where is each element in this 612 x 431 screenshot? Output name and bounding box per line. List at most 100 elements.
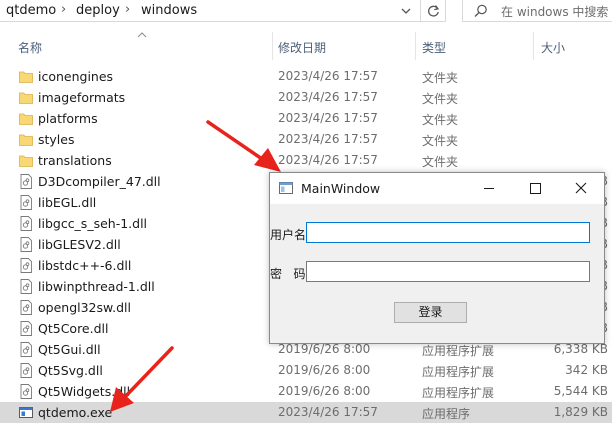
username-input[interactable] bbox=[306, 222, 590, 243]
file-name: Qt5Core.dll bbox=[38, 321, 109, 336]
column-divider[interactable] bbox=[415, 32, 416, 60]
column-divider[interactable] bbox=[533, 32, 534, 60]
sort-ascending-icon bbox=[137, 32, 147, 38]
username-label: 用户名 bbox=[270, 228, 307, 242]
file-type: 文件夹 bbox=[422, 155, 459, 169]
file-date: 2023/4/26 17:57 bbox=[278, 132, 378, 146]
folder-icon bbox=[19, 113, 33, 125]
folder-icon bbox=[19, 71, 33, 83]
folder-icon bbox=[19, 92, 33, 104]
app-window-icon bbox=[279, 182, 293, 194]
file-date: 2019/6/26 8:00 bbox=[278, 384, 371, 398]
file-date: 2023/4/26 17:57 bbox=[278, 405, 378, 419]
dll-file-icon bbox=[20, 363, 32, 378]
file-name: Qt5Gui.dll bbox=[38, 342, 101, 357]
dll-file-icon bbox=[20, 384, 32, 399]
file-date: 2019/6/26 8:00 bbox=[278, 342, 371, 356]
file-row[interactable]: styles 2023/4/26 17:57 文件夹 bbox=[0, 129, 612, 150]
file-name: libwinpthread-1.dll bbox=[38, 279, 155, 294]
close-button[interactable] bbox=[558, 173, 604, 204]
file-date: 2023/4/26 17:57 bbox=[278, 69, 378, 83]
file-size: 342 KB bbox=[565, 363, 608, 377]
exe-file-icon bbox=[19, 407, 33, 418]
column-header-size[interactable]: 大小 bbox=[541, 39, 565, 56]
column-header-name[interactable]: 名称 bbox=[18, 39, 42, 56]
breadcrumb-separator-icon[interactable]: › bbox=[61, 2, 66, 17]
breadcrumb-item-deploy[interactable]: deploy bbox=[76, 3, 120, 18]
minimize-icon bbox=[484, 188, 494, 189]
file-type: 应用程序扩展 bbox=[422, 344, 495, 358]
file-name: Qt5Widgets.dll bbox=[38, 384, 131, 399]
close-icon bbox=[575, 182, 587, 194]
file-type: 应用程序扩展 bbox=[422, 386, 495, 400]
dll-file-icon bbox=[20, 321, 32, 336]
dll-file-icon bbox=[20, 258, 32, 273]
dll-file-icon bbox=[20, 174, 32, 189]
search-placeholder: 在 windows 中搜索 bbox=[501, 5, 609, 19]
window-title-bar[interactable]: MainWindow bbox=[270, 173, 604, 204]
dll-file-icon bbox=[20, 279, 32, 294]
file-type: 文件夹 bbox=[422, 71, 459, 85]
search-input[interactable]: 在 windows 中搜索 bbox=[462, 0, 612, 22]
file-name: libstdc++-6.dll bbox=[38, 258, 132, 273]
file-date: 2023/4/26 17:57 bbox=[278, 111, 378, 125]
file-name: D3Dcompiler_47.dll bbox=[38, 174, 161, 189]
file-name: libgcc_s_seh-1.dll bbox=[38, 216, 148, 231]
window-title: MainWindow bbox=[301, 181, 381, 196]
dll-file-icon bbox=[20, 237, 32, 252]
file-name: styles bbox=[38, 132, 75, 147]
qt-main-window[interactable]: MainWindow 用户名 密 码 登录 bbox=[269, 172, 605, 344]
file-date: 2023/4/26 17:57 bbox=[278, 153, 378, 167]
file-type: 文件夹 bbox=[422, 113, 459, 127]
minimize-button[interactable] bbox=[466, 173, 512, 204]
address-bar: qtdemo › deploy › windows 在 windows 中搜索 bbox=[0, 0, 612, 24]
column-header-bar: 名称 修改日期 类型 大小 bbox=[0, 30, 612, 62]
file-row[interactable]: imageformats 2023/4/26 17:57 文件夹 bbox=[0, 87, 612, 108]
file-date: 2019/6/26 8:00 bbox=[278, 363, 371, 377]
refresh-icon bbox=[428, 5, 440, 17]
file-row[interactable]: Qt5Svg.dll 2019/6/26 8:00 应用程序扩展 342 KB bbox=[0, 360, 612, 381]
breadcrumb-separator-icon[interactable]: › bbox=[125, 2, 130, 17]
maximize-icon bbox=[530, 183, 541, 194]
file-name: iconengines bbox=[38, 69, 114, 84]
dll-file-icon bbox=[20, 216, 32, 231]
file-row[interactable]: Qt5Widgets.dll 2019/6/26 8:00 应用程序扩展 5,544 … bbox=[0, 381, 612, 402]
dll-file-icon bbox=[20, 300, 32, 315]
file-type: 应用程序 bbox=[422, 407, 471, 421]
password-label: 密 码 bbox=[270, 267, 306, 281]
file-type: 文件夹 bbox=[422, 92, 459, 106]
file-name: platforms bbox=[38, 111, 98, 126]
file-size: 1,829 KB bbox=[553, 405, 608, 419]
file-name: Qt5Svg.dll bbox=[38, 363, 103, 378]
file-row[interactable]: qtdemo.exe 2023/4/26 17:57 应用程序 1,829 KB bbox=[0, 402, 612, 423]
column-header-date[interactable]: 修改日期 bbox=[278, 39, 326, 56]
file-name: opengl32sw.dll bbox=[38, 300, 131, 315]
login-button[interactable]: 登录 bbox=[394, 302, 467, 323]
breadcrumb-item-windows[interactable]: windows bbox=[141, 3, 197, 18]
file-type: 文件夹 bbox=[422, 134, 459, 148]
file-name: libEGL.dll bbox=[38, 195, 97, 210]
refresh-button[interactable] bbox=[420, 0, 446, 22]
file-name: qtdemo.exe bbox=[38, 405, 113, 420]
file-name: imageformats bbox=[38, 90, 126, 105]
dll-file-icon bbox=[20, 342, 32, 357]
file-name: libGLESV2.dll bbox=[38, 237, 121, 252]
column-header-type[interactable]: 类型 bbox=[422, 39, 446, 56]
maximize-button[interactable] bbox=[512, 173, 558, 204]
chevron-down-icon[interactable] bbox=[398, 3, 414, 19]
file-size: 6,338 KB bbox=[553, 342, 608, 356]
password-input[interactable] bbox=[306, 261, 590, 282]
folder-icon bbox=[19, 155, 33, 167]
file-row[interactable]: translations 2023/4/26 17:57 文件夹 bbox=[0, 150, 612, 171]
search-icon bbox=[474, 4, 487, 17]
file-row[interactable]: platforms 2023/4/26 17:57 文件夹 bbox=[0, 108, 612, 129]
column-divider[interactable] bbox=[272, 32, 273, 60]
file-date: 2023/4/26 17:57 bbox=[278, 90, 378, 104]
dll-file-icon bbox=[20, 195, 32, 210]
breadcrumb[interactable]: qtdemo › deploy › windows bbox=[0, 0, 446, 22]
file-type: 应用程序扩展 bbox=[422, 365, 495, 379]
folder-icon bbox=[19, 134, 33, 146]
breadcrumb-item-qtdemo[interactable]: qtdemo bbox=[6, 3, 56, 18]
file-name: translations bbox=[38, 153, 112, 168]
file-row[interactable]: iconengines 2023/4/26 17:57 文件夹 bbox=[0, 66, 612, 87]
